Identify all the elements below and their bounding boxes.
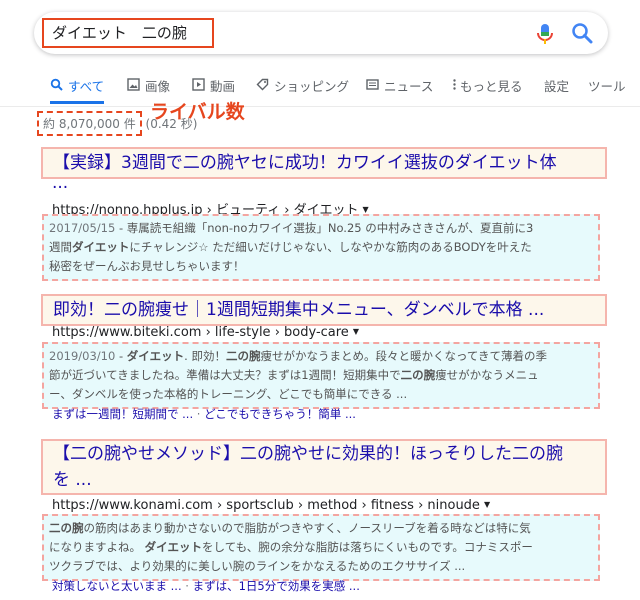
result-sitelinks: まずは一週間！短期間で ... · どこでもできちゃう！簡単 ... bbox=[52, 406, 356, 422]
search-icon[interactable] bbox=[571, 22, 593, 44]
result-count: 約 8,070,000 件 bbox=[37, 111, 142, 136]
search-icon bbox=[50, 78, 63, 91]
sitelink[interactable]: どこでもできちゃう！簡単 ... bbox=[204, 407, 356, 421]
caret-down-icon[interactable]: ▼ bbox=[353, 327, 359, 336]
snippet-text: - bbox=[115, 221, 127, 235]
image-icon bbox=[127, 78, 140, 91]
tab-label: もっと見る bbox=[460, 79, 523, 94]
snippet-text: 秘密をぜーんぶお見せしちゃいます！ bbox=[49, 259, 245, 273]
search-input[interactable]: ダイエット 二の腕 bbox=[42, 18, 214, 48]
snippet-text: 専属読モ組織「non-noカワイイ選抜」No.25 の中村みさきさんが、夏直前に… bbox=[126, 221, 534, 235]
search-tabs: すべて 画像 動画 ショッピング ニュース もっと見る 設定 ツール bbox=[0, 70, 640, 107]
snippet-text: ツクラブでは、より効果的に美しい腕のラインをかなえるためのエクササイズ ... bbox=[49, 559, 466, 573]
tab-label: 動画 bbox=[210, 79, 236, 94]
play-icon bbox=[192, 78, 205, 91]
sitelink[interactable]: まずは一週間！短期間で ... bbox=[52, 407, 193, 421]
result-url[interactable]: https://www.konami.com › sportsclub › me… bbox=[52, 498, 490, 513]
snippet-highlight: ダイエット bbox=[126, 349, 185, 363]
result-title-line: 【二の腕やせメソッド】二の腕やせに効果的！ほっそりした二の腕 bbox=[53, 444, 563, 464]
snippet-text: の筋肉はあまり動かさないので脂肪がつきやすく、ノースリーブを着る時などは特に気 bbox=[83, 521, 531, 535]
result-date: 2017/05/15 bbox=[49, 221, 116, 235]
snippet-text: 節が近づいてきましたね。準備は大丈夫？まずは1週間！短期集中で bbox=[49, 368, 401, 382]
result-url-text: https://www.konami.com › sportsclub › me… bbox=[52, 498, 480, 513]
snippet-highlight: ダイエット bbox=[72, 240, 130, 254]
sitelink[interactable]: 対策しないと太いまま ... bbox=[52, 579, 182, 593]
result-title[interactable]: 【実録】3週間で二の腕ヤセに成功！カワイイ選抜のダイエット体 bbox=[41, 147, 607, 179]
snippet-text: になりますよね。 bbox=[49, 540, 145, 554]
snippet-text: 痩せがかなうメニュ bbox=[435, 368, 539, 382]
tab-shopping[interactable]: ショッピング bbox=[256, 76, 349, 104]
caret-down-icon[interactable]: ▼ bbox=[484, 500, 490, 509]
result-title-line: を ... bbox=[53, 470, 92, 490]
tab-label: ツール bbox=[588, 79, 626, 94]
tab-label: 設定 bbox=[544, 79, 570, 94]
microphone-icon[interactable] bbox=[535, 23, 555, 45]
result-url[interactable]: https://www.biteki.com › life-style › bo… bbox=[52, 325, 359, 340]
result-title-continuation[interactable]: ... bbox=[52, 173, 68, 193]
result-title[interactable]: 【二の腕やせメソッド】二の腕やせに効果的！ほっそりした二の腕 を ... bbox=[41, 439, 607, 495]
snippet-text: ー、ダンベルを使った本格的トレーニング、どこでも簡単にできる ... bbox=[49, 387, 408, 401]
snippet-text: - bbox=[115, 349, 127, 363]
tab-label: すべて bbox=[68, 79, 105, 94]
snippet-text: をしても、腕の余分な脂肪は落ちにくいものです。コナミスポー bbox=[202, 540, 533, 554]
caret-down-icon[interactable]: ▼ bbox=[363, 205, 369, 214]
snippet-highlight: 二の腕 bbox=[400, 368, 436, 382]
rival-count-annotation: ライバル数 bbox=[150, 101, 245, 123]
tab-label: ショッピング bbox=[274, 79, 350, 94]
result-snippet: 2019/03/10 - ダイエット. 即効！二の腕痩せがかなうまとめ。段々と暖… bbox=[42, 342, 600, 409]
snippet-text: にチャレンジ☆ ただ細いだけじゃない、しなやかな筋肉のあるBODYを叶えた bbox=[129, 240, 532, 254]
tab-more[interactable]: もっと見る bbox=[452, 76, 523, 104]
result-snippet: 二の腕の筋肉はあまり動かさないので脂肪がつきやすく、ノースリーブを着る時などは特… bbox=[42, 514, 600, 581]
snippet-text: 週間 bbox=[49, 240, 72, 254]
snippet-text: . 即効！ bbox=[184, 349, 226, 363]
tag-icon bbox=[256, 78, 269, 91]
snippet-highlight: ダイエット bbox=[144, 540, 203, 554]
news-icon bbox=[366, 79, 379, 90]
more-vert-icon bbox=[453, 79, 456, 90]
sitelink[interactable]: まずは、1日5分で効果を実感 ... bbox=[193, 579, 360, 593]
snippet-highlight: 二の腕 bbox=[49, 521, 84, 535]
result-snippet: 2017/05/15 - 専属読モ組織「non-noカワイイ選抜」No.25 の… bbox=[42, 214, 600, 281]
search-bar: ダイエット 二の腕 bbox=[34, 12, 608, 54]
tab-label: 画像 bbox=[145, 79, 171, 94]
result-sitelinks: 対策しないと太いまま ... · まずは、1日5分で効果を実感 ... bbox=[52, 578, 360, 594]
snippet-text: 痩せがかなうまとめ。段々と暖かくなってきて薄着の季 bbox=[260, 349, 548, 363]
tab-news[interactable]: ニュース bbox=[366, 76, 433, 104]
result-url-text: https://www.biteki.com › life-style › bo… bbox=[52, 325, 349, 340]
tab-tools[interactable]: ツール bbox=[588, 76, 626, 104]
sitelink-separator: · bbox=[193, 407, 205, 421]
result-title[interactable]: 即効！二の腕痩せ｜1週間短期集中メニュー、ダンベルで本格 ... bbox=[41, 294, 607, 326]
snippet-highlight: 二の腕 bbox=[225, 349, 261, 363]
result-date: 2019/03/10 bbox=[49, 349, 116, 363]
tab-label: ニュース bbox=[384, 79, 434, 94]
tab-all[interactable]: すべて bbox=[50, 76, 105, 104]
tab-settings[interactable]: 設定 bbox=[544, 76, 569, 104]
sitelink-separator: · bbox=[181, 579, 193, 593]
